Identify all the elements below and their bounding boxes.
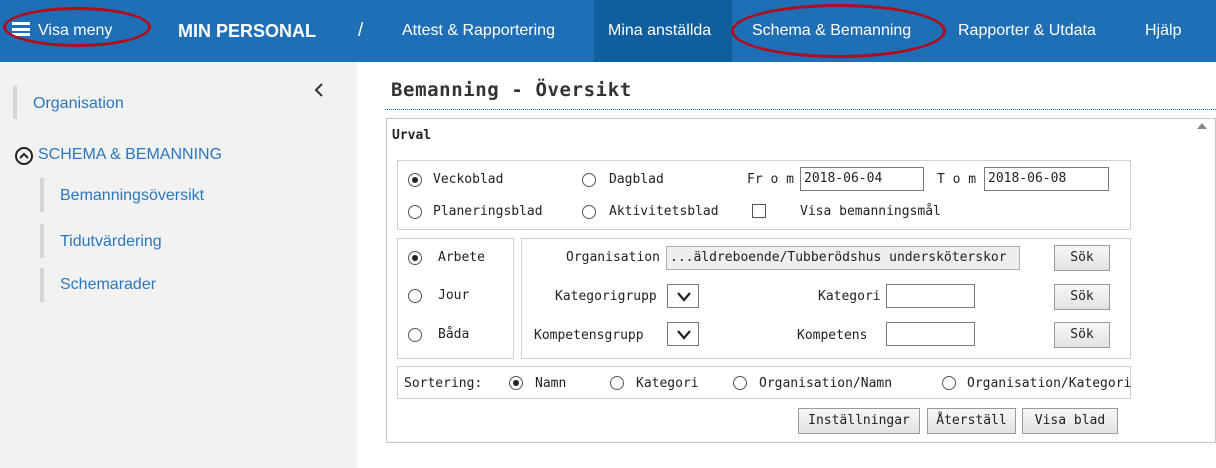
kategorigrupp-dropdown[interactable] bbox=[667, 284, 699, 308]
radio-sort-organisation-kategori[interactable] bbox=[942, 376, 956, 390]
sidebar-item-indicator bbox=[40, 268, 44, 302]
kompetensgrupp-dropdown[interactable] bbox=[667, 322, 699, 346]
radio-sort-organisation-namn[interactable] bbox=[733, 376, 747, 390]
checkbox-visa-bemanningsmal[interactable] bbox=[752, 204, 766, 218]
nav-schema-bemanning[interactable]: Schema & Bemanning bbox=[752, 0, 911, 62]
chevron-down-icon bbox=[677, 330, 691, 340]
checkbox-visa-bemanningsmal-label: Visa bemanningsmål bbox=[800, 204, 941, 219]
aterstall-button[interactable]: Återställ bbox=[927, 408, 1016, 434]
radio-sort-kategori[interactable] bbox=[610, 376, 624, 390]
organisation-field[interactable]: ...äldreboende/Tubberödshus undersköters… bbox=[666, 246, 1020, 270]
radio-aktivitetsblad-label: Aktivitetsblad bbox=[609, 204, 719, 219]
sidebar-item-indicator bbox=[40, 224, 44, 258]
radio-sort-namn[interactable] bbox=[509, 376, 523, 390]
radio-planeringsblad-label: Planeringsblad bbox=[433, 204, 543, 219]
radio-veckoblad[interactable] bbox=[408, 173, 422, 187]
organisation-label: Organisation bbox=[566, 250, 660, 265]
kategori-search-button[interactable]: Sök bbox=[1054, 284, 1110, 310]
sorting-label: Sortering: bbox=[404, 376, 483, 391]
kompetens-input[interactable] bbox=[886, 322, 975, 346]
to-date-label: T o m bbox=[937, 172, 977, 187]
installningar-button[interactable]: Inställningar bbox=[798, 408, 920, 434]
urval-label: Urval bbox=[392, 128, 432, 143]
radio-jour[interactable] bbox=[408, 289, 422, 303]
title-separator: / bbox=[358, 20, 364, 41]
top-navigation-bar: Visa meny MIN PERSONAL / Attest & Rappor… bbox=[0, 0, 1216, 62]
chevron-left-icon[interactable] bbox=[313, 82, 325, 98]
radio-jour-label: Jour bbox=[438, 288, 470, 303]
radio-sort-organisation-namn-label: Organisation/Namn bbox=[759, 376, 893, 391]
menu-button[interactable]: Visa meny bbox=[12, 0, 112, 62]
radio-veckoblad-label: Veckoblad bbox=[433, 172, 504, 187]
chevron-up-icon[interactable] bbox=[14, 146, 34, 166]
chevron-down-icon bbox=[677, 292, 691, 302]
radio-aktivitetsblad[interactable] bbox=[582, 205, 596, 219]
radio-bada[interactable] bbox=[408, 328, 422, 342]
from-date-label: Fr o m bbox=[747, 172, 794, 187]
kompetens-search-button[interactable]: Sök bbox=[1054, 322, 1110, 348]
sidebar bbox=[0, 62, 357, 468]
radio-dagblad-label: Dagblad bbox=[609, 172, 664, 187]
sidebar-item-tidutvardering[interactable]: Tidutvärdering bbox=[60, 233, 162, 251]
visa-blad-button[interactable]: Visa blad bbox=[1022, 408, 1118, 434]
title-divider bbox=[385, 109, 1216, 110]
radio-arbete-label: Arbete bbox=[438, 250, 485, 265]
radio-bada-label: Båda bbox=[438, 327, 470, 342]
nav-rapporter-utdata[interactable]: Rapporter & Utdata bbox=[958, 0, 1096, 62]
nav-mina-anstallda[interactable]: Mina anställda bbox=[594, 0, 732, 62]
sidebar-item-schemarader[interactable]: Schemarader bbox=[60, 276, 156, 294]
to-date-input[interactable]: 2018-06-08 bbox=[984, 167, 1109, 191]
nav-hjalp[interactable]: Hjälp bbox=[1145, 0, 1181, 62]
kompetens-label: Kompetens bbox=[797, 328, 868, 343]
hamburger-icon bbox=[12, 22, 30, 37]
sidebar-section-schema-bemanning[interactable]: SCHEMA & BEMANNING bbox=[38, 146, 222, 164]
radio-arbete[interactable] bbox=[408, 251, 422, 265]
sidebar-item-organisation[interactable]: Organisation bbox=[33, 95, 124, 113]
scroll-up-arrow-icon[interactable] bbox=[1197, 123, 1207, 129]
kategorigrupp-label: Kategorigrupp bbox=[555, 289, 657, 304]
sidebar-item-indicator bbox=[40, 178, 44, 212]
sidebar-indicator bbox=[13, 86, 17, 119]
sidebar-item-bemanningsoversikt[interactable]: Bemanningsöversikt bbox=[60, 187, 204, 205]
app-title: MIN PERSONAL bbox=[178, 21, 317, 41]
radio-dagblad[interactable] bbox=[582, 173, 596, 187]
radio-sort-namn-label: Namn bbox=[535, 376, 567, 391]
nav-attest-rapportering[interactable]: Attest & Rapportering bbox=[402, 0, 555, 62]
radio-sort-organisation-kategori-label: Organisation/Kategori bbox=[967, 376, 1132, 391]
kategori-input[interactable] bbox=[886, 284, 975, 308]
page-title: Bemanning - Översikt bbox=[391, 79, 632, 101]
from-date-input[interactable]: 2018-06-04 bbox=[800, 167, 924, 191]
organisation-search-button[interactable]: Sök bbox=[1054, 245, 1110, 271]
kompetensgrupp-label: Kompetensgrupp bbox=[534, 328, 644, 343]
radio-sort-kategori-label: Kategori bbox=[636, 376, 699, 391]
menu-button-label: Visa meny bbox=[38, 22, 113, 39]
radio-planeringsblad[interactable] bbox=[408, 205, 422, 219]
kategori-label: Kategori bbox=[818, 289, 881, 304]
